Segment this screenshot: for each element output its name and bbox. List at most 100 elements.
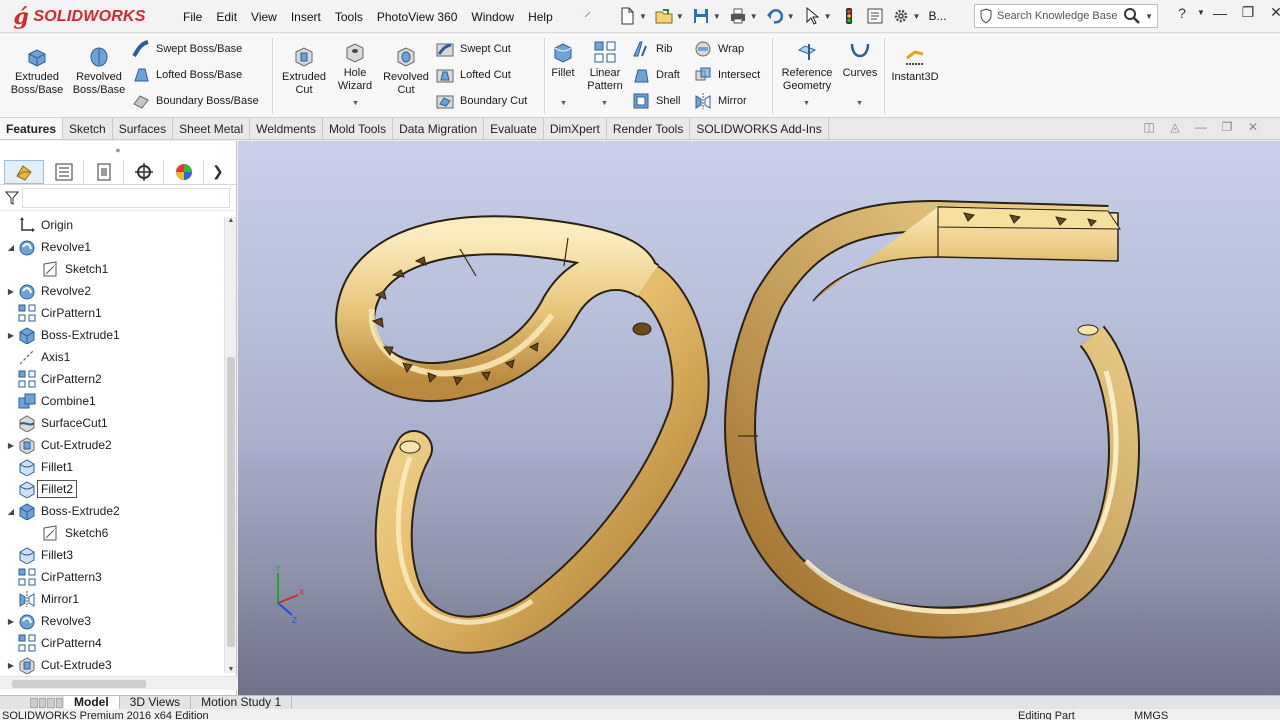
expand-icon[interactable]: ▶: [4, 617, 18, 626]
chevron-down-icon[interactable]: ▼: [803, 100, 810, 107]
open-button[interactable]: ▼: [655, 7, 684, 25]
menu-help[interactable]: Help: [521, 10, 560, 24]
boundary-boss-button[interactable]: Boundary Boss/Base: [132, 92, 259, 110]
options-button[interactable]: ▼: [892, 7, 920, 25]
undo-button[interactable]: ▼: [766, 7, 795, 25]
feature-tree-item[interactable]: ▶ Boss-Extrude1: [0, 324, 224, 346]
filter-input[interactable]: [22, 187, 230, 208]
unit-system[interactable]: MMGS: [1134, 711, 1168, 720]
swept-boss-button[interactable]: Swept Boss/Base: [132, 40, 242, 58]
scrollbar-thumb[interactable]: [227, 357, 235, 647]
menu-insert[interactable]: Insert: [284, 10, 328, 24]
swept-cut-button[interactable]: Swept Cut: [436, 40, 511, 58]
scroll-up-icon[interactable]: ▲: [225, 217, 237, 224]
dimxpert-manager-tab[interactable]: [124, 159, 164, 184]
search-input[interactable]: Search Knowledge Base: [997, 10, 1123, 22]
feature-tree-item[interactable]: ▶ Cut-Extrude2: [0, 434, 224, 456]
feature-tree-item[interactable]: Combine1: [0, 390, 224, 412]
draft-button[interactable]: Draft: [632, 66, 680, 84]
select-button[interactable]: ▼: [803, 7, 832, 25]
feature-tree-item[interactable]: Fillet3: [0, 544, 224, 566]
chevron-down-icon[interactable]: ▼: [676, 12, 684, 21]
chevron-down-icon[interactable]: ▼: [750, 12, 758, 21]
tab-motion-study[interactable]: Motion Study 1: [191, 695, 293, 710]
tab-weldments[interactable]: Weldments: [250, 118, 323, 139]
configuration-manager-tab[interactable]: [84, 159, 124, 184]
tab-surfaces[interactable]: Surfaces: [113, 118, 174, 139]
doc-close-icon[interactable]: ✕: [1240, 120, 1266, 134]
expand-icon[interactable]: ▶: [4, 441, 18, 450]
close-icon[interactable]: ✕: [1262, 4, 1280, 21]
chevron-down-icon[interactable]: ▼: [856, 100, 863, 107]
first-tab-icon[interactable]: [30, 697, 38, 708]
chevron-down-icon[interactable]: ▼: [560, 100, 567, 107]
revolved-cut-button[interactable]: Revolved Cut: [380, 44, 432, 97]
chevron-down-icon[interactable]: ▼: [639, 12, 647, 21]
fillet-button[interactable]: Fillet: [546, 40, 580, 80]
feature-tree-item[interactable]: Fillet1: [0, 456, 224, 478]
rebuild-button[interactable]: [840, 7, 858, 25]
chevron-down-icon[interactable]: ▼: [352, 100, 359, 107]
tab-3d-views[interactable]: 3D Views: [120, 695, 192, 710]
ring-model-view[interactable]: X Y Z: [238, 141, 1280, 695]
graphics-area[interactable]: X Y Z: [238, 141, 1280, 695]
scrollbar-thumb[interactable]: [12, 680, 146, 688]
search-knowledge-base[interactable]: Search Knowledge Base ▼: [974, 4, 1158, 28]
last-tab-icon[interactable]: [55, 697, 63, 708]
restore-icon[interactable]: ❐: [1234, 4, 1262, 21]
display-manager-tab[interactable]: [164, 159, 204, 184]
hole-wizard-button[interactable]: Hole Wizard: [332, 40, 378, 93]
feature-tree-item[interactable]: Sketch1: [0, 258, 224, 280]
feature-tree-item[interactable]: ▶ Revolve3: [0, 610, 224, 632]
feature-tree-item[interactable]: CirPattern1: [0, 302, 224, 324]
help-icon[interactable]: ?: [1168, 5, 1196, 21]
instant3d-button[interactable]: Instant3D: [886, 44, 944, 84]
filter-icon[interactable]: [5, 191, 19, 205]
linear-pattern-button[interactable]: Linear Pattern: [584, 40, 626, 93]
feature-tree-item[interactable]: CirPattern2: [0, 368, 224, 390]
lofted-cut-button[interactable]: Lofted Cut: [436, 66, 511, 84]
tab-dimxpert[interactable]: DimXpert: [544, 118, 607, 139]
feature-tree-item[interactable]: CirPattern3: [0, 566, 224, 588]
tab-solidworks-add-ins[interactable]: SOLIDWORKS Add-Ins: [690, 118, 829, 139]
chevron-down-icon[interactable]: ▼: [1145, 12, 1153, 21]
chevron-down-icon[interactable]: ▼: [601, 100, 608, 107]
quick-overflow[interactable]: B...: [928, 9, 946, 23]
menu-tools[interactable]: Tools: [328, 10, 370, 24]
tree-horizontal-scrollbar[interactable]: [0, 676, 237, 690]
feature-tree-item[interactable]: ◢ Boss-Extrude2: [0, 500, 224, 522]
chevron-down-icon[interactable]: ▼: [824, 12, 832, 21]
collapse-icon[interactable]: ◢: [4, 243, 18, 252]
tab-scroll-controls[interactable]: [0, 697, 64, 708]
tile-right-icon[interactable]: ◬: [1162, 120, 1188, 134]
tab-sheet-metal[interactable]: Sheet Metal: [173, 118, 251, 139]
expand-icon[interactable]: ▶: [4, 287, 18, 296]
expand-icon[interactable]: ▶: [4, 331, 18, 340]
wrap-button[interactable]: Wrap: [694, 40, 744, 58]
menu-view[interactable]: View: [244, 10, 284, 24]
menu-edit[interactable]: Edit: [209, 10, 244, 24]
feature-tree-item[interactable]: Axis1: [0, 346, 224, 368]
feature-tree-item[interactable]: ▶ Cut-Extrude3: [0, 654, 224, 674]
intersect-button[interactable]: Intersect: [694, 66, 760, 84]
property-manager-tab[interactable]: [44, 159, 84, 184]
menu-window[interactable]: Window: [464, 10, 521, 24]
prev-tab-icon[interactable]: [38, 697, 46, 708]
feature-tree-item[interactable]: ◢ Revolve1: [0, 236, 224, 258]
chevron-down-icon[interactable]: ▼: [713, 12, 721, 21]
tab-features[interactable]: Features: [0, 118, 64, 139]
lofted-boss-button[interactable]: Lofted Boss/Base: [132, 66, 242, 84]
tab-render-tools[interactable]: Render Tools: [607, 118, 691, 139]
save-button[interactable]: ▼: [692, 7, 721, 25]
ring-front-view[interactable]: [724, 199, 1140, 639]
doc-minimize-icon[interactable]: —: [1188, 120, 1214, 134]
tab-mold-tools[interactable]: Mold Tools: [323, 118, 394, 139]
solidworks-logo[interactable]: ǵ SOLIDWORKS: [0, 0, 160, 33]
feature-tree-item[interactable]: ▶ Revolve2: [0, 280, 224, 302]
shell-button[interactable]: Shell: [632, 92, 680, 110]
tile-left-icon[interactable]: ◫: [1136, 120, 1162, 134]
panel-grip[interactable]: ●: [0, 141, 236, 159]
feature-manager-tab[interactable]: [4, 159, 44, 184]
curves-button[interactable]: Curves: [838, 40, 882, 80]
ring-isometric-view[interactable]: [335, 215, 710, 654]
